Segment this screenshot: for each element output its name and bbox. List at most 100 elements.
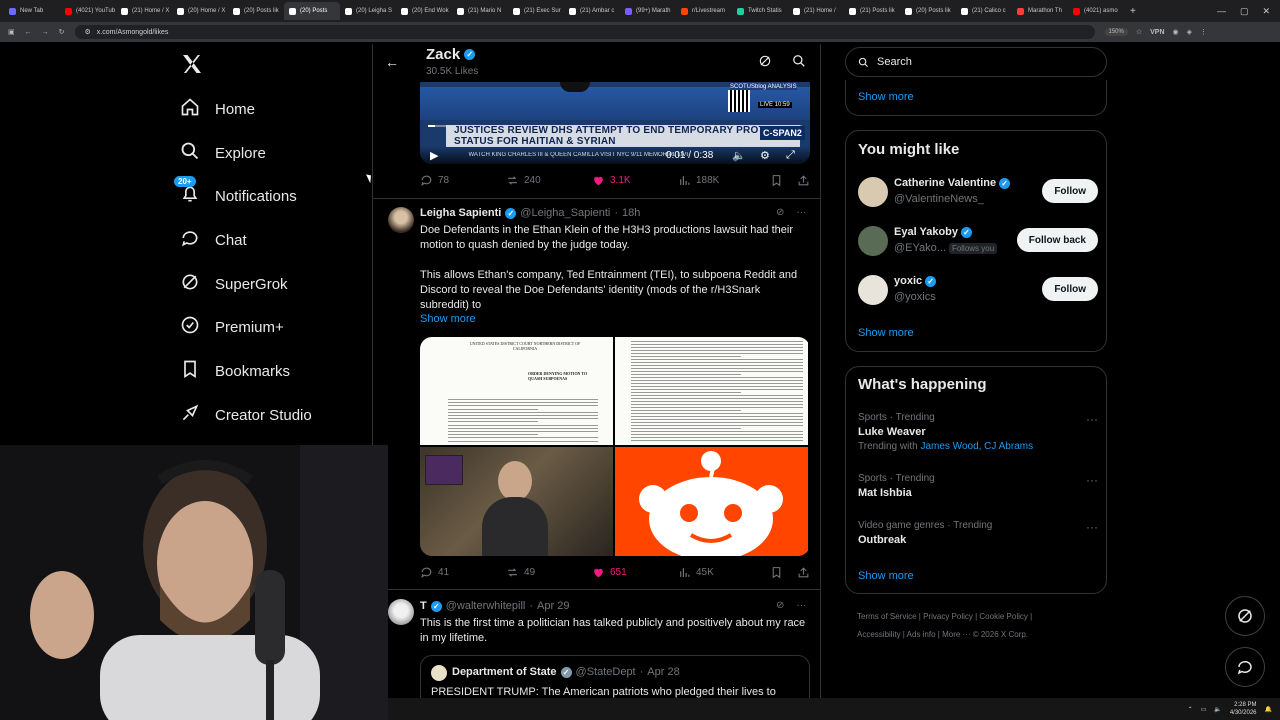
back-arrow-icon[interactable]: ←: [385, 54, 399, 70]
bookmark-star-icon[interactable]: ☆: [1136, 28, 1142, 36]
author-handle[interactable]: @Leigha_Sapienti: [520, 207, 610, 219]
reload-icon[interactable]: ↻: [59, 28, 65, 36]
nav-item-premium[interactable]: Premium+: [180, 315, 284, 339]
volume-icon[interactable]: 🔈: [732, 149, 746, 162]
author-handle[interactable]: @walterwhitepill: [446, 600, 526, 612]
site-info-icon[interactable]: ⚙: [85, 28, 91, 36]
more-icon[interactable]: ···: [1086, 412, 1098, 426]
extensions-icon[interactable]: ◈: [1187, 28, 1192, 36]
nav-item-supergrok[interactable]: SuperGrok: [180, 272, 288, 296]
back-nav-icon[interactable]: ←: [25, 29, 32, 36]
new-tab-button[interactable]: +: [1124, 6, 1142, 17]
browser-tab[interactable]: (21) Home / X: [116, 2, 172, 20]
menu-icon[interactable]: ⋮: [1200, 28, 1207, 36]
repost-button[interactable]: 49: [506, 566, 592, 579]
author-name[interactable]: Leigha Sapienti: [420, 207, 501, 219]
close-window-icon[interactable]: ✕: [1262, 6, 1270, 17]
more-icon[interactable]: ···: [796, 207, 806, 218]
network-icon[interactable]: ▭: [1201, 706, 1207, 713]
browser-tab[interactable]: r/Livestream: [676, 2, 732, 20]
suggestion-name[interactable]: Catherine Valentine: [894, 177, 996, 189]
views-button[interactable]: 188K: [678, 174, 764, 187]
grok-icon[interactable]: ⊘: [776, 207, 784, 218]
browser-tab[interactable]: (20) End Wok: [396, 2, 452, 20]
url-field[interactable]: ⚙ x.com/Asmongold/likes: [74, 25, 1095, 39]
post-time[interactable]: Apr 29: [537, 600, 569, 612]
browser-tab[interactable]: (21) Calico c: [956, 2, 1012, 20]
share-icon[interactable]: [797, 174, 810, 187]
share-icon[interactable]: [797, 566, 810, 579]
grok-icon[interactable]: [758, 54, 772, 68]
views-button[interactable]: 45K: [678, 566, 764, 579]
browser-tab[interactable]: Twitch Statis: [732, 2, 788, 20]
maximize-icon[interactable]: ▢: [1240, 6, 1249, 17]
avatar[interactable]: [858, 226, 888, 256]
search-input[interactable]: Search: [845, 47, 1107, 77]
reddit-logo-image[interactable]: [615, 447, 808, 556]
suggestion-name[interactable]: yoxic: [894, 275, 922, 287]
suggestion-item[interactable]: yoxic ✓ @yoxics Follow: [858, 273, 1098, 307]
like-button[interactable]: 3.1K: [592, 174, 678, 187]
avatar[interactable]: [388, 207, 414, 233]
trend-item[interactable]: Sports · Trending Mat Ishbia ···: [858, 473, 1098, 499]
browser-tab[interactable]: (20) Posts: [284, 2, 340, 20]
browser-tab[interactable]: Marathon Th: [1012, 2, 1068, 20]
chat-fab-button[interactable]: [1225, 647, 1265, 687]
tweet-media[interactable]: UNITED STATES DISTRICT COURT NORTHERN DI…: [420, 337, 810, 556]
trend-item[interactable]: Video game genres · Trending Outbreak ···: [858, 520, 1098, 546]
taskbar-clock[interactable]: 2:28 PM 4/30/2026: [1230, 701, 1257, 717]
video-player[interactable]: SCOTUSblog ANALYSIS LIVE 10:59 JUSTICES …: [420, 82, 810, 164]
more-icon[interactable]: ···: [796, 600, 806, 611]
repost-button[interactable]: 240: [506, 174, 592, 187]
follow-button[interactable]: Follow: [1042, 179, 1098, 203]
nav-item-notifications[interactable]: 20+ Notifications: [174, 176, 297, 208]
bookmark-icon[interactable]: [770, 174, 783, 187]
forward-nav-icon[interactable]: →: [42, 29, 49, 36]
browser-tab[interactable]: (21) Home /: [788, 2, 844, 20]
browser-tab[interactable]: (99+) Marath: [620, 2, 676, 20]
browser-tab[interactable]: (20) Posts lik: [228, 2, 284, 20]
browser-tab[interactable]: (20) Leigha S: [340, 2, 396, 20]
fullscreen-icon[interactable]: ⤢: [786, 149, 795, 162]
avatar[interactable]: [388, 599, 414, 625]
more-icon[interactable]: ···: [1086, 520, 1098, 534]
nav-item-explore[interactable]: Explore: [180, 141, 266, 165]
x-logo-icon[interactable]: [180, 52, 204, 76]
minimize-icon[interactable]: —: [1217, 6, 1226, 17]
play-icon[interactable]: ▶: [430, 149, 438, 162]
suggestion-name[interactable]: Eyal Yakoby: [894, 226, 958, 238]
show-more-link[interactable]: Show more: [858, 327, 914, 339]
show-more-link[interactable]: Show more: [858, 570, 914, 582]
nav-item-creator-studio[interactable]: Creator Studio: [180, 403, 312, 427]
court-document-page2-image[interactable]: [615, 337, 808, 445]
follow-button[interactable]: Follow: [1042, 277, 1098, 301]
grok-fab-button[interactable]: [1225, 596, 1265, 636]
follow-button[interactable]: Follow back: [1016, 228, 1098, 252]
like-button[interactable]: 651: [592, 566, 678, 579]
interview-photo[interactable]: [420, 447, 613, 556]
suggestion-item[interactable]: Catherine Valentine ✓ @ValentineNews_ Follo…: [858, 175, 1098, 209]
grok-icon[interactable]: ⊘: [776, 600, 784, 611]
footer-line-2[interactable]: Accessibility | Ads info | More ··· © 20…: [857, 626, 1102, 644]
reply-button[interactable]: 41: [420, 566, 506, 579]
avatar[interactable]: [858, 177, 888, 207]
settings-icon[interactable]: ⚙: [760, 149, 770, 162]
profile-icon[interactable]: ◉: [1173, 28, 1179, 36]
search-icon[interactable]: [792, 54, 806, 68]
browser-tab[interactable]: (21) Exec Sur: [508, 2, 564, 20]
suggestion-item[interactable]: Eyal Yakoby ✓ @EYako... Follows you Follow b…: [858, 224, 1098, 258]
browser-tab[interactable]: (20) Posts lik: [900, 2, 956, 20]
browser-tab[interactable]: (20) Home / X: [172, 2, 228, 20]
show-more-link[interactable]: Show more: [420, 313, 476, 325]
trend-related-links[interactable]: James Wood, CJ Abrams: [920, 441, 1033, 452]
avatar[interactable]: [858, 275, 888, 305]
trend-item[interactable]: Sports · Trending Luke Weaver Trending wit…: [858, 412, 1098, 452]
browser-tab[interactable]: (4021) YouTub: [60, 2, 116, 20]
bookmark-icon[interactable]: [770, 566, 783, 579]
vpn-button[interactable]: VPN: [1150, 29, 1164, 36]
nav-item-chat[interactable]: Chat: [180, 228, 247, 252]
volume-tray-icon[interactable]: 🔈: [1214, 706, 1221, 713]
post-time[interactable]: 18h: [622, 207, 640, 219]
notification-bell-icon[interactable]: 🔔: [1265, 706, 1272, 713]
browser-tab[interactable]: (21) Mario N: [452, 2, 508, 20]
